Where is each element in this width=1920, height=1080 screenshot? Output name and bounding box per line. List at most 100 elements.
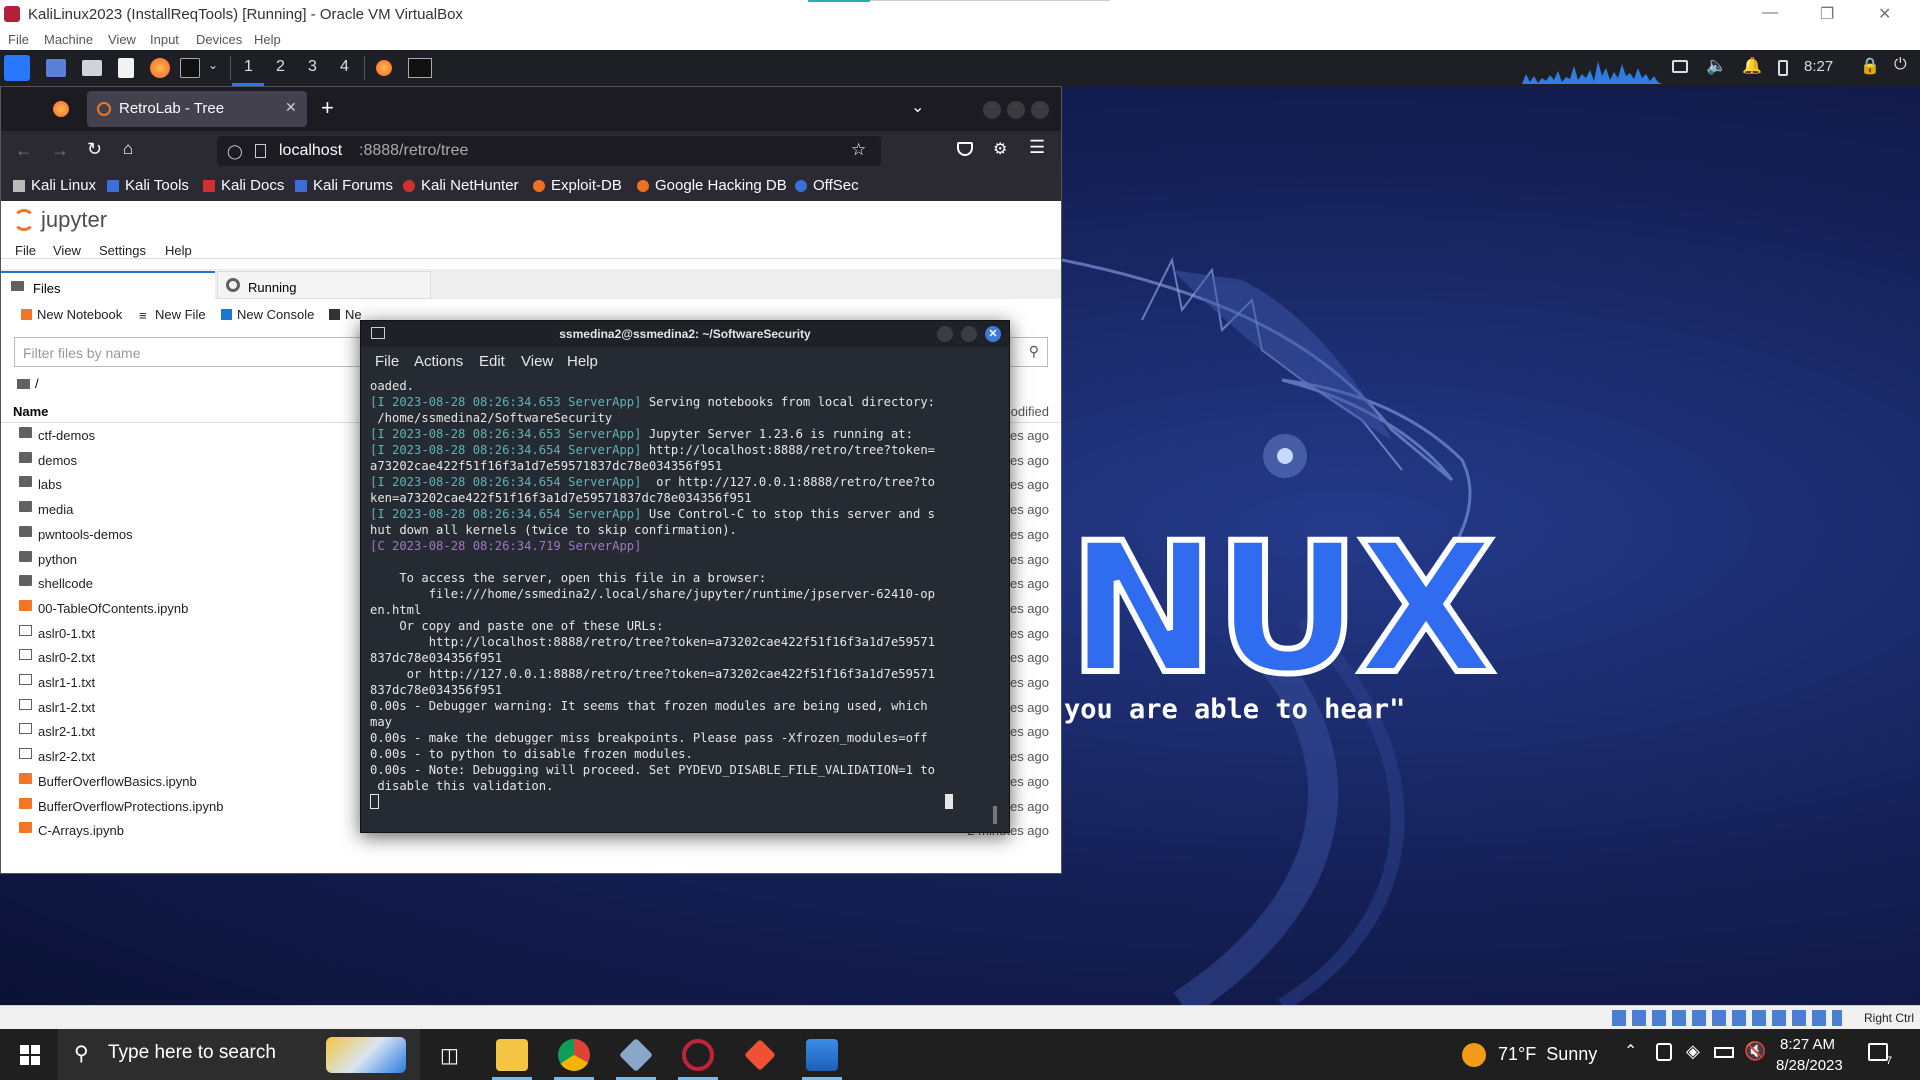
pocket-icon[interactable] bbox=[957, 142, 973, 156]
terminal-menu-edit[interactable]: Edit bbox=[479, 353, 505, 370]
jupyter-menu-settings[interactable]: Settings bbox=[99, 243, 146, 258]
vbox-menu-input[interactable]: Input bbox=[150, 32, 179, 47]
vbox-menu-machine[interactable]: Machine bbox=[44, 32, 93, 47]
volume-icon[interactable]: 🔈 bbox=[1706, 56, 1727, 76]
bookmark-offsec[interactable]: OffSec bbox=[813, 177, 859, 194]
wifi-icon[interactable]: ◈ bbox=[1686, 1041, 1700, 1062]
file-manager-icon[interactable] bbox=[82, 60, 102, 76]
virtualbox-icon[interactable] bbox=[619, 1038, 653, 1072]
bookmark-kali-docs[interactable]: Kali Docs bbox=[221, 177, 284, 194]
bookmark-kali-linux[interactable]: Kali Linux bbox=[31, 177, 96, 194]
meet-now-icon[interactable] bbox=[1656, 1043, 1672, 1061]
workspace-4[interactable]: 4 bbox=[340, 58, 349, 76]
back-icon[interactable]: ← bbox=[15, 140, 33, 161]
bookmark-exploit-db[interactable]: Exploit-DB bbox=[551, 177, 622, 194]
new-file-button[interactable]: New File bbox=[155, 307, 206, 322]
search-icon[interactable]: ⚲ bbox=[1029, 343, 1039, 360]
taskbar-firefox-icon[interactable] bbox=[376, 60, 392, 76]
terminal-menu-actions[interactable]: Actions bbox=[414, 353, 463, 370]
terminal-menu-help[interactable]: Help bbox=[567, 353, 598, 370]
firefox-view-icon[interactable] bbox=[53, 101, 69, 117]
docs-bookmark-icon bbox=[203, 180, 215, 192]
terminal-output[interactable]: oaded. [I 2023-08-28 08:26:34.653 ServerA… bbox=[370, 378, 1002, 808]
reload-icon[interactable]: ↻ bbox=[87, 139, 102, 160]
notification-bell-icon[interactable]: 🔔 bbox=[1742, 56, 1762, 76]
jupyter-brand[interactable]: jupyter bbox=[41, 207, 107, 233]
window-close-dot[interactable] bbox=[1031, 101, 1049, 119]
jupyter-logo-icon[interactable] bbox=[13, 209, 35, 231]
browser-tab[interactable]: RetroLab - Tree ✕ bbox=[87, 91, 307, 127]
url-bar[interactable]: ◯ localhost :8888/retro/tree ☆ bbox=[217, 136, 881, 166]
debian-app-icon[interactable] bbox=[682, 1039, 714, 1071]
bookmark-kali-forums[interactable]: Kali Forums bbox=[313, 177, 393, 194]
lock-icon[interactable]: 🔒 bbox=[1860, 56, 1880, 76]
terminal-icon[interactable] bbox=[180, 58, 200, 78]
tab-close-icon[interactable]: ✕ bbox=[285, 99, 297, 116]
new-tab-button[interactable]: + bbox=[321, 95, 334, 121]
taskbar-date[interactable]: 8/28/2023 bbox=[1776, 1057, 1843, 1074]
workspace-1[interactable]: 1 bbox=[244, 58, 253, 76]
minimize-button[interactable]: — bbox=[1762, 4, 1778, 22]
vbox-menu-view[interactable]: View bbox=[108, 32, 136, 47]
terminal-menu-view[interactable]: View bbox=[521, 353, 553, 370]
vbox-menu-help[interactable]: Help bbox=[254, 32, 281, 47]
chevron-down-icon[interactable]: ⌄ bbox=[208, 58, 218, 72]
show-desktop-icon[interactable] bbox=[46, 59, 66, 77]
terminal-close-button[interactable]: ✕ bbox=[985, 326, 1001, 342]
window-max-dot[interactable] bbox=[1007, 101, 1025, 119]
jupyter-menu-help[interactable]: Help bbox=[165, 243, 192, 258]
window-min-dot[interactable] bbox=[983, 101, 1001, 119]
taskbar-terminal-icon[interactable] bbox=[408, 58, 432, 78]
taskbar-time[interactable]: 8:27 AM bbox=[1780, 1036, 1835, 1053]
chrome-icon[interactable] bbox=[558, 1039, 590, 1071]
new-notebook-button[interactable]: New Notebook bbox=[37, 307, 122, 322]
extensions-icon[interactable]: ⚙ bbox=[993, 139, 1007, 159]
battery-icon[interactable] bbox=[1778, 60, 1788, 76]
forward-icon[interactable]: → bbox=[51, 140, 69, 161]
terminal-scrollbar[interactable] bbox=[993, 806, 997, 824]
bookmark-star-icon[interactable]: ☆ bbox=[851, 140, 866, 160]
terminal-maximize-button[interactable] bbox=[961, 326, 977, 342]
tray-overflow-icon[interactable]: ⌃ bbox=[1624, 1041, 1637, 1061]
taskbar-search-box[interactable]: ⚲ Type here to search bbox=[58, 1029, 420, 1080]
bookmark-kali-tools[interactable]: Kali Tools bbox=[125, 177, 189, 194]
tab-running[interactable]: Running bbox=[217, 271, 431, 299]
restore-button[interactable]: ❐ bbox=[1820, 4, 1834, 24]
photos-icon[interactable] bbox=[806, 1039, 838, 1071]
power-icon[interactable]: ⏻ bbox=[1894, 56, 1907, 74]
terminal-minimize-button[interactable] bbox=[937, 326, 953, 342]
firefox-icon[interactable] bbox=[150, 58, 170, 78]
kali-menu-icon[interactable] bbox=[4, 55, 30, 81]
windows-start-icon[interactable] bbox=[20, 1045, 40, 1065]
display-icon[interactable] bbox=[1672, 60, 1688, 73]
panel-clock[interactable]: 8:27 bbox=[1804, 58, 1833, 75]
file-explorer-icon[interactable] bbox=[496, 1039, 528, 1071]
workspace-3[interactable]: 3 bbox=[308, 58, 317, 76]
terminal-menu-file[interactable]: File bbox=[375, 353, 399, 370]
new-console-button[interactable]: New Console bbox=[237, 307, 314, 322]
breadcrumb[interactable]: / bbox=[35, 376, 39, 391]
task-view-icon[interactable]: ◫ bbox=[440, 1043, 459, 1068]
hamburger-menu-icon[interactable]: ☰ bbox=[1029, 137, 1045, 158]
list-tabs-icon[interactable]: ⌄ bbox=[911, 97, 924, 117]
battery-tray-icon[interactable] bbox=[1714, 1047, 1734, 1058]
shield-icon[interactable]: ◯ bbox=[227, 143, 243, 160]
vbox-menu-file[interactable]: File bbox=[8, 32, 29, 47]
weather-sun-icon[interactable] bbox=[1462, 1043, 1486, 1067]
close-window-button[interactable]: ✕ bbox=[1878, 4, 1891, 24]
col-name-header[interactable]: Name bbox=[13, 404, 48, 419]
git-icon[interactable] bbox=[744, 1039, 776, 1071]
bookmark-google-hacking-db[interactable]: Google Hacking DB bbox=[655, 177, 787, 194]
home-icon[interactable]: ⌂ bbox=[123, 139, 133, 159]
jupyter-menu-view[interactable]: View bbox=[53, 243, 81, 258]
jupyter-menu-file[interactable]: File bbox=[15, 243, 36, 258]
speaker-mute-icon[interactable]: 🔇 bbox=[1744, 1041, 1766, 1062]
workspace-2[interactable]: 2 bbox=[276, 58, 285, 76]
bookmark-kali-nethunter[interactable]: Kali NetHunter bbox=[421, 177, 519, 194]
text-editor-icon[interactable] bbox=[118, 58, 134, 78]
tab-files[interactable]: Files bbox=[1, 271, 215, 299]
breadcrumb-folder-icon[interactable] bbox=[17, 379, 30, 389]
notification-center-icon[interactable] bbox=[1868, 1043, 1888, 1061]
weather-text[interactable]: 71°F Sunny bbox=[1498, 1044, 1597, 1065]
vbox-menu-devices[interactable]: Devices bbox=[196, 32, 242, 47]
